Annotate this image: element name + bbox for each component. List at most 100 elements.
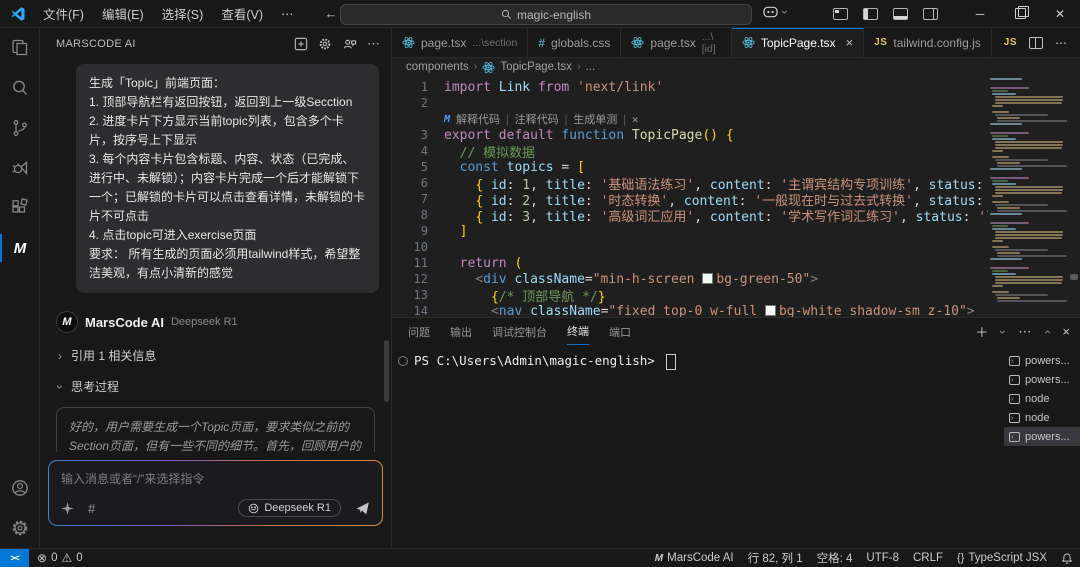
chevron-down-icon: › (53, 383, 67, 391)
run-debug-icon[interactable] (0, 148, 39, 188)
status-item-4[interactable]: CRLF (906, 549, 950, 567)
context-hash-icon[interactable]: # (88, 501, 95, 516)
maximize-panel-icon[interactable]: › (1040, 328, 1054, 336)
codelens-action-0[interactable]: 解释代码 (452, 111, 504, 127)
send-icon[interactable] (355, 501, 370, 516)
close-tab-icon[interactable]: × (846, 35, 854, 50)
toggle-sidebar-icon[interactable] (863, 8, 878, 20)
panel-tab-调试控制台[interactable]: 调试控制台 (492, 318, 547, 345)
line-number: 8 (392, 208, 444, 222)
editor-scrollbar[interactable] (1068, 76, 1080, 317)
tab-tailwind.config.js[interactable]: JStailwind.config.js (864, 28, 992, 57)
status-bar: >< ⊗ 0 ⚠ 0 MMarsCode AI 行 82, 列 1 空格: 4UTF… (0, 548, 1080, 567)
new-chat-icon[interactable] (294, 37, 308, 51)
search-sidebar-icon[interactable] (0, 68, 39, 108)
tab-label: globals.css (551, 36, 610, 50)
breadcrumb-item-0[interactable]: components (406, 61, 469, 73)
menu-item-3[interactable]: 查看(V) (212, 4, 272, 23)
codelens-action-1[interactable]: 注释代码 (511, 111, 563, 127)
settings-gear-icon[interactable] (0, 508, 39, 548)
new-terminal-icon[interactable]: ＋ (975, 322, 988, 341)
source-control-icon[interactable] (0, 108, 39, 148)
command-center-search[interactable]: magic-english (340, 4, 752, 25)
line-number: 9 (392, 224, 444, 238)
tab-page.tsx[interactable]: page.tsx...\section (392, 28, 528, 57)
status-item-3[interactable]: UTF-8 (859, 549, 906, 567)
customize-layout-icon[interactable] (833, 8, 848, 20)
toggle-secondary-sidebar-icon[interactable] (923, 8, 938, 20)
breadcrumb-item-2[interactable]: ... (586, 61, 596, 73)
problems-status[interactable]: ⊗ 0 ⚠ 0 (29, 551, 91, 565)
reference-toggle[interactable]: › 引用 1 相关信息 (56, 347, 391, 364)
account-icon[interactable] (0, 468, 39, 508)
tab-globals.css[interactable]: #globals.css (528, 28, 621, 57)
terminal-list-item-1[interactable]: ›powers... (1004, 370, 1080, 389)
status-item-1[interactable]: 行 82, 列 1 (741, 549, 810, 567)
panel-tab-输出[interactable]: 输出 (450, 318, 472, 345)
explorer-icon[interactable] (0, 28, 39, 68)
more-actions-icon[interactable]: ⋯ (367, 36, 381, 52)
chat-input[interactable]: 输入消息或者“/”来选择指令 # Deepseek R1 (49, 461, 382, 525)
js-action-icon[interactable]: JS (1004, 37, 1017, 48)
codelens-close-icon[interactable]: × (628, 113, 643, 126)
panel-more-actions-icon[interactable]: ⋯ (1018, 324, 1032, 340)
commands-sparkle-icon[interactable] (61, 502, 74, 515)
chevron-right-icon: › (56, 349, 64, 363)
marscode-ai-panel: MARSCODE AI ⋯ 生成「Topic」前端页面： 1. 顶部导航栏有返回… (40, 28, 392, 548)
settings-icon[interactable] (318, 37, 332, 51)
menu-item-2[interactable]: 选择(S) (153, 4, 213, 23)
split-editor-icon[interactable] (1029, 37, 1043, 49)
status-item-0[interactable]: MMarsCode AI (648, 549, 741, 567)
marscode-ai-icon[interactable]: M (0, 228, 39, 268)
breadcrumb-item-1[interactable]: TopicPage.tsx (500, 61, 572, 73)
status-item-2[interactable]: 空格: 4 (810, 549, 860, 567)
copilot-menu[interactable]: › (763, 5, 789, 19)
status-label: 行 82, 列 1 (748, 550, 803, 566)
close-panel-icon[interactable]: × (1062, 324, 1070, 339)
tab-page.tsx[interactable]: page.tsx...\[id] (621, 28, 731, 57)
thinking-toggle[interactable]: › 思考过程 (56, 378, 391, 395)
terminal-list-item-0[interactable]: ›powers... (1004, 351, 1080, 370)
terminal-profile-chevron-icon[interactable]: › (996, 328, 1010, 336)
minimize-button[interactable]: ─ (960, 0, 1000, 27)
color-swatch (702, 273, 713, 284)
terminal-list-item-2[interactable]: ›node (1004, 389, 1080, 408)
panel-tab-端口[interactable]: 端口 (609, 318, 631, 345)
status-item-6[interactable] (1054, 549, 1080, 567)
menu-item-1[interactable]: 编辑(E) (93, 4, 153, 23)
panel-tab-终端[interactable]: 终端 (567, 318, 589, 345)
codelens-action-2[interactable]: 生成单测 (569, 111, 621, 127)
minimap[interactable] (990, 78, 1068, 317)
close-window-button[interactable]: ✕ (1040, 0, 1080, 27)
extensions-icon[interactable] (0, 188, 39, 228)
terminal[interactable]: PS C:\Users\Admin\magic-english> (392, 345, 1004, 541)
code-text: <nav className="fixed top-0 w-full bg-wh… (444, 304, 988, 318)
toggle-panel-icon[interactable] (893, 8, 908, 20)
restore-button[interactable] (1000, 0, 1040, 27)
sidebar-scrollbar[interactable] (384, 340, 389, 402)
terminal-list-item-3[interactable]: ›node (1004, 408, 1080, 427)
model-selector[interactable]: Deepseek R1 (238, 499, 341, 517)
codelens-separator: | (504, 113, 511, 126)
status-item-5[interactable]: {}TypeScript JSX (950, 549, 1054, 567)
back-arrow-icon[interactable]: ← (324, 6, 337, 21)
terminal-list-item-4[interactable]: ›powers... (1004, 427, 1080, 446)
tab-TopicPage.tsx[interactable]: TopicPage.tsx × (732, 28, 864, 57)
terminal-icon: › (1009, 356, 1020, 366)
menu-item-0[interactable]: 文件(F) (34, 4, 93, 23)
code-text: return ( (444, 256, 988, 271)
codelens-separator: | (563, 113, 570, 126)
menu-item-4[interactable]: ⋯ (272, 6, 303, 21)
code-line: 14 <nav className="fixed top-0 w-full bg… (392, 303, 988, 317)
editor-more-actions-icon[interactable]: ⋯ (1055, 36, 1068, 50)
marscode-codelens[interactable]: M解释代码|注释代码|生成单测|× (444, 111, 988, 127)
code-line: 4 // 模拟数据 (392, 143, 988, 159)
remote-indicator[interactable]: >< (0, 549, 29, 567)
feedback-icon[interactable] (342, 37, 357, 51)
composer-area: 输入消息或者“/”来选择指令 # Deepseek R1 (40, 452, 391, 548)
tab-label: TopicPage.tsx (761, 36, 836, 50)
chevron-down-icon: › (778, 8, 792, 16)
panel-tab-问题[interactable]: 问题 (408, 318, 430, 345)
code-editor[interactable]: 1import Link from 'next/link'2M解释代码|注释代码… (392, 76, 1080, 317)
menu-bar: 文件(F)编辑(E)选择(S)查看(V)⋯ (34, 4, 302, 23)
